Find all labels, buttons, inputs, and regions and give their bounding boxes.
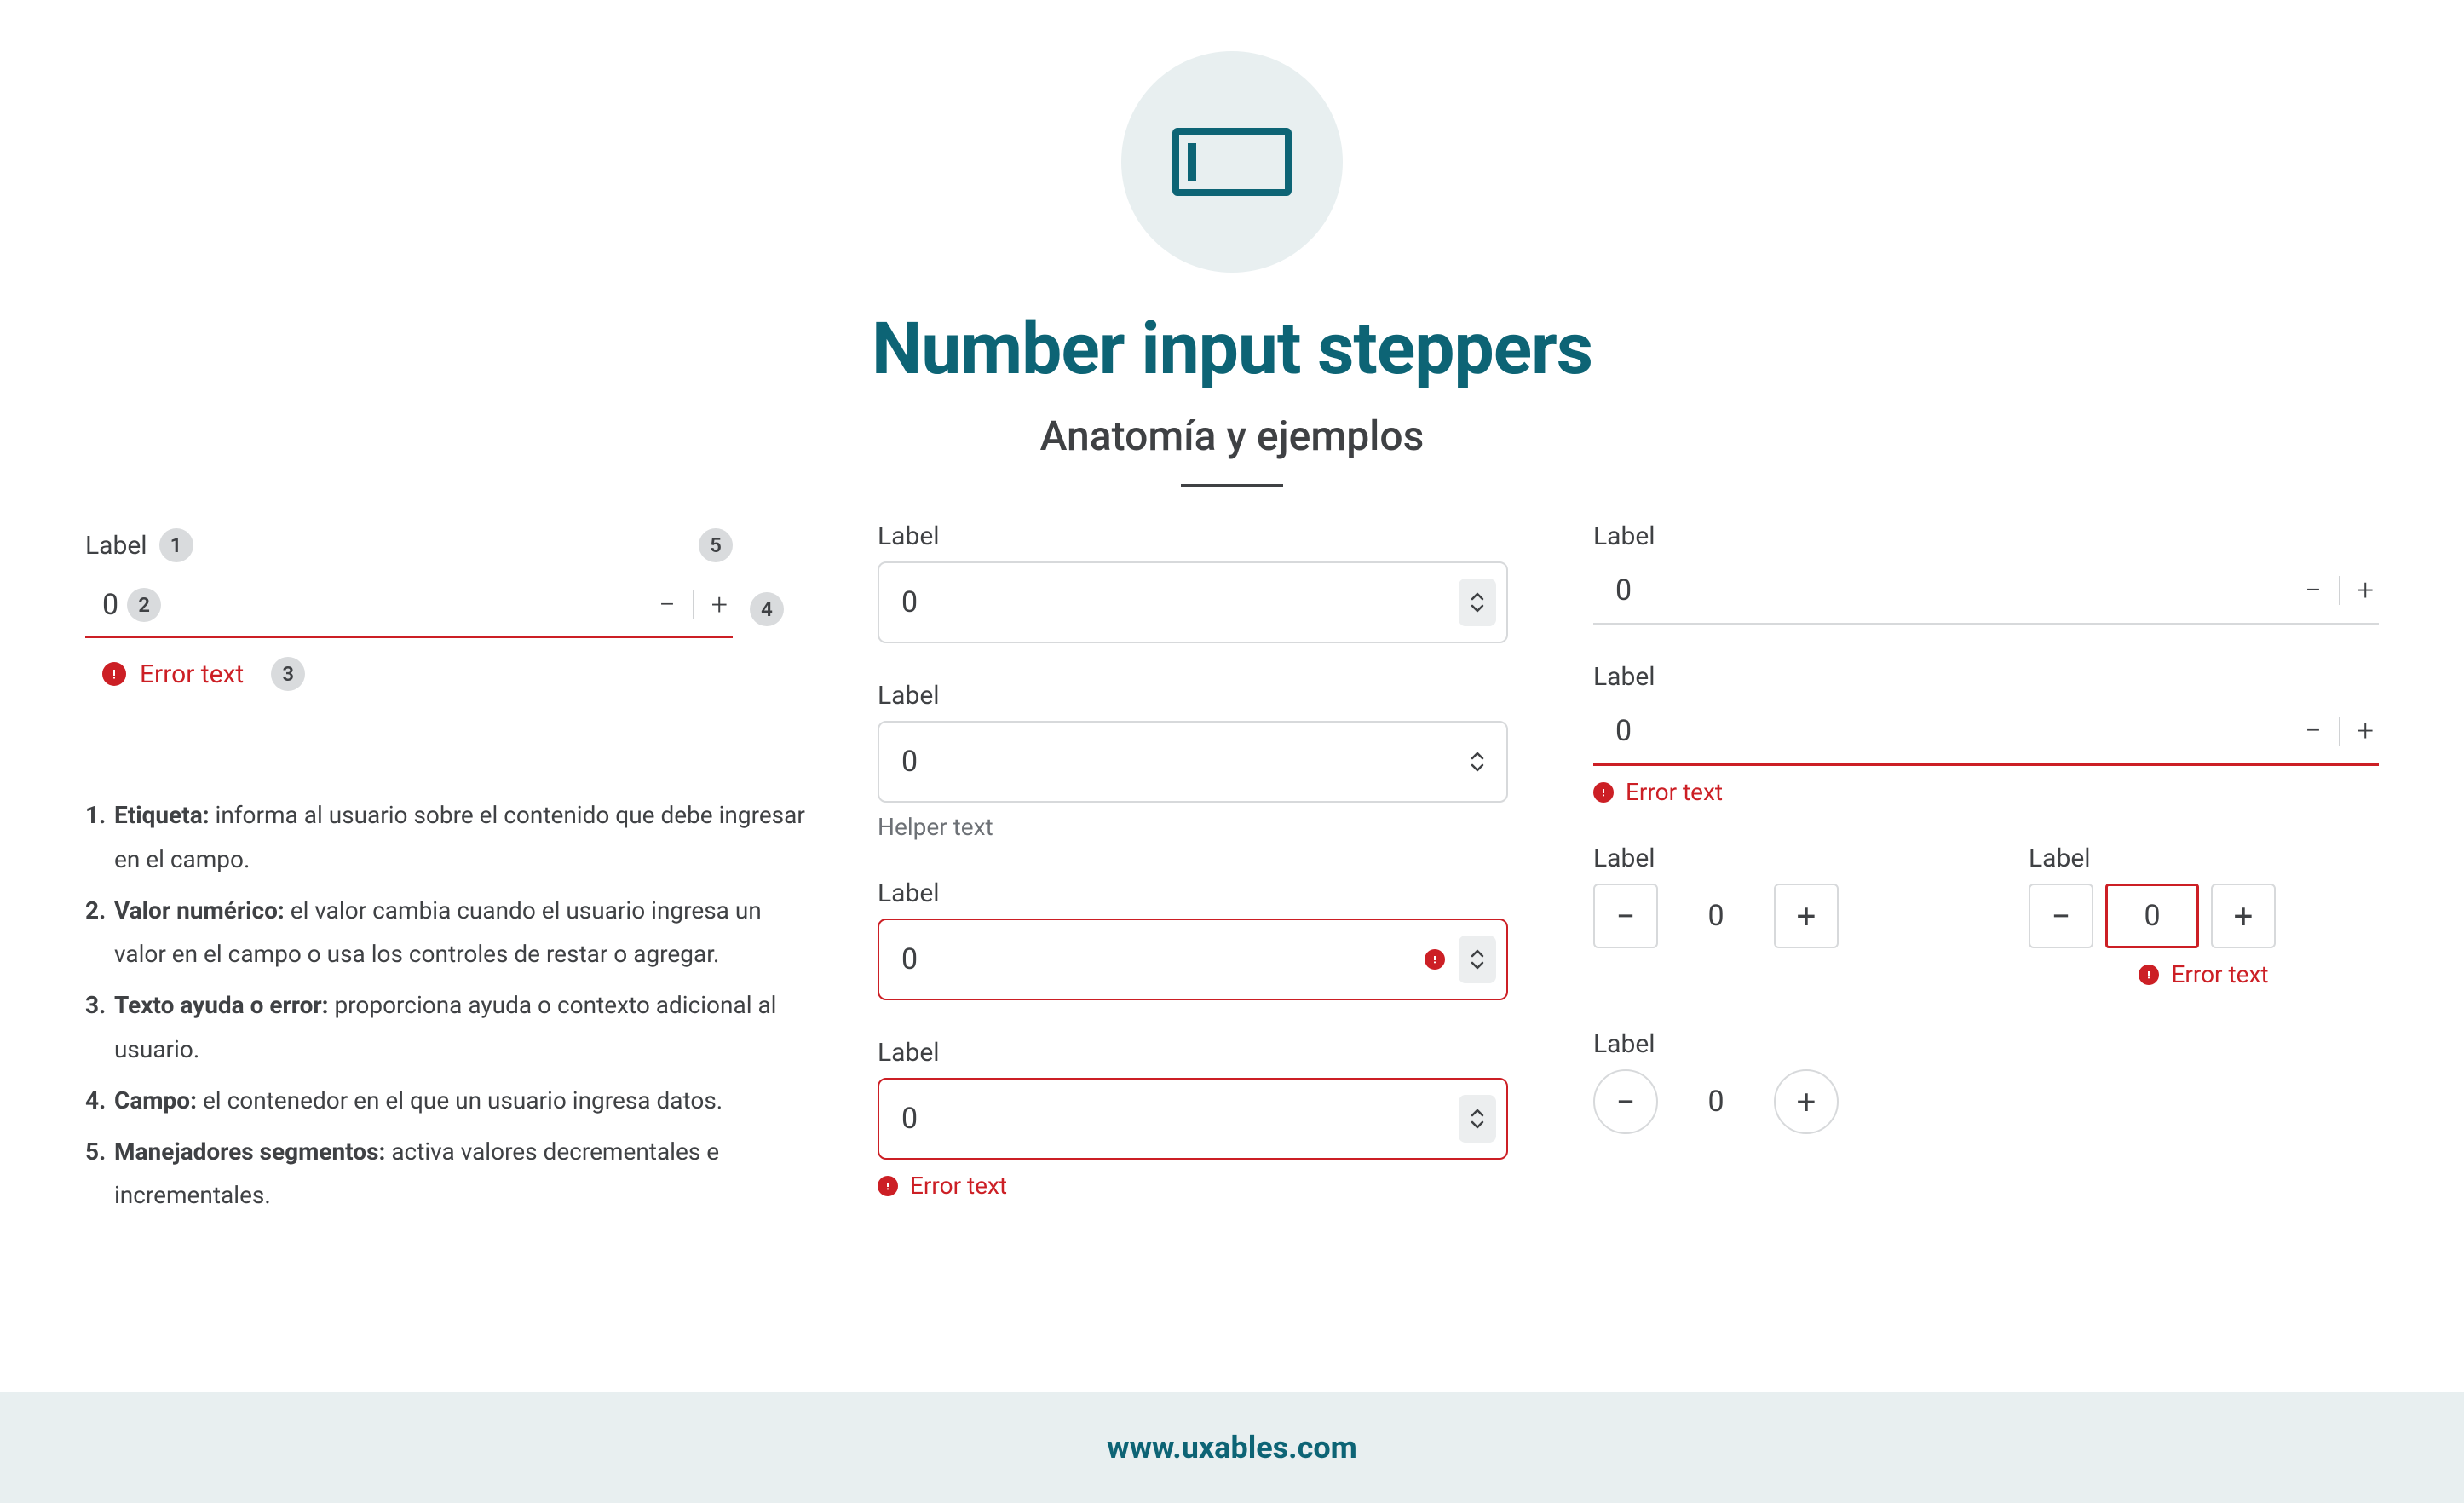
error-text: Error text: [2171, 960, 2268, 988]
error-text: Error text: [910, 1172, 1007, 1200]
handle-separator: [2339, 717, 2340, 746]
footer: www.uxables.com: [0, 1392, 2464, 1503]
decrement-button[interactable]: −: [1593, 1069, 1658, 1134]
stepper-value: 0: [1615, 714, 1632, 748]
header-icon-circle: [1121, 51, 1343, 273]
number-stepper-underline-error[interactable]: 0 − +: [1593, 702, 2379, 766]
anatomy-badge-3: 3: [271, 657, 305, 691]
anatomy-field[interactable]: 0 2 − +: [85, 579, 733, 638]
chevron-up-icon[interactable]: [1469, 947, 1486, 959]
error-text: Error text: [1626, 778, 1723, 806]
page-title: Number input steppers: [0, 307, 2464, 391]
increment-button[interactable]: +: [711, 590, 728, 619]
anatomy-badge-5: 5: [699, 528, 733, 562]
stepper-value: 0: [901, 585, 918, 619]
stepper-label: Label: [1593, 662, 2379, 692]
def-1-desc: informa al usuario sobre el contenido qu…: [114, 801, 805, 873]
decrement-button[interactable]: −: [2305, 717, 2321, 746]
number-stepper-underline[interactable]: 0 − +: [1593, 561, 2379, 625]
chevron-up-icon[interactable]: [1469, 1107, 1486, 1119]
handle-separator: [693, 590, 694, 619]
footer-url: www.uxables.com: [1107, 1430, 1357, 1466]
helper-text: Helper text: [878, 813, 1508, 841]
chevron-down-icon[interactable]: [1469, 762, 1486, 774]
chevron-down-icon[interactable]: [1469, 602, 1486, 614]
anatomy-label: Label: [85, 531, 147, 561]
chevron-up-icon[interactable]: [1469, 750, 1486, 762]
stepper-value: 0: [901, 745, 918, 779]
stepper-value: 0: [1615, 573, 1632, 608]
stepper-value: 0: [901, 1102, 918, 1136]
def-1-term: Etiqueta:: [114, 801, 210, 829]
decrement-button[interactable]: −: [659, 590, 675, 619]
decrement-button[interactable]: −: [1593, 884, 1658, 948]
error-icon: [1425, 949, 1445, 970]
number-stepper[interactable]: 0: [878, 721, 1508, 803]
def-3-term: Texto ayuda o error:: [114, 991, 329, 1019]
page-subtitle: Anatomía y ejemplos: [0, 412, 2464, 460]
anatomy-error-text: Error text: [140, 659, 244, 689]
increment-button[interactable]: +: [1774, 884, 1839, 948]
stepper-value[interactable]: 0: [1684, 1085, 1748, 1119]
chevron-down-icon[interactable]: [1469, 959, 1486, 971]
def-4-desc: el contenedor en el que un usuario ingre…: [197, 1086, 723, 1114]
error-icon: [102, 662, 126, 686]
anatomy-value: 0: [102, 588, 118, 622]
chevron-controls[interactable]: [1459, 738, 1496, 786]
def-5-term: Manejadores segmentos:: [114, 1137, 385, 1166]
decrement-button[interactable]: −: [2029, 884, 2093, 948]
stepper-label: Label: [2029, 844, 2379, 873]
chevron-down-icon[interactable]: [1469, 1119, 1486, 1131]
button-stepper-circle: − 0 +: [1593, 1069, 2379, 1134]
stepper-value-error[interactable]: 0: [2105, 884, 2199, 948]
stepper-label: Label: [1593, 521, 2379, 551]
stepper-label: Label: [1593, 844, 1943, 873]
stepper-value[interactable]: 0: [1684, 899, 1748, 933]
increment-button[interactable]: +: [2211, 884, 2276, 948]
stepper-label: Label: [1593, 1029, 2379, 1059]
chevron-controls[interactable]: [1459, 579, 1496, 626]
anatomy-badge-1: 1: [159, 528, 193, 562]
anatomy-badge-4: 4: [750, 592, 784, 626]
def-2-term: Valor numérico:: [114, 896, 285, 924]
stepper-label: Label: [878, 878, 1508, 908]
anatomy-badge-2: 2: [127, 588, 161, 622]
stepper-label: Label: [878, 681, 1508, 711]
chevron-controls[interactable]: [1459, 1095, 1496, 1143]
increment-button[interactable]: +: [1774, 1069, 1839, 1134]
error-icon: [2139, 965, 2159, 985]
number-stepper-error[interactable]: 0: [878, 1078, 1508, 1160]
increment-button[interactable]: +: [2357, 717, 2374, 746]
decrement-button[interactable]: −: [2305, 576, 2321, 605]
input-field-icon: [1172, 128, 1292, 196]
stepper-value: 0: [901, 942, 918, 976]
chevron-up-icon[interactable]: [1469, 590, 1486, 602]
button-stepper-square: − 0 +: [1593, 884, 1943, 948]
def-4-term: Campo:: [114, 1086, 197, 1114]
stepper-label: Label: [878, 521, 1508, 551]
number-stepper-error[interactable]: 0: [878, 918, 1508, 1000]
definitions-list: Etiqueta: informa al usuario sobre el co…: [85, 793, 809, 1218]
error-icon: [878, 1176, 898, 1196]
stepper-label: Label: [878, 1038, 1508, 1068]
chevron-controls[interactable]: [1459, 936, 1496, 983]
error-icon: [1593, 782, 1614, 803]
handle-separator: [2339, 576, 2340, 605]
increment-button[interactable]: +: [2357, 576, 2374, 605]
number-stepper[interactable]: 0: [878, 561, 1508, 643]
button-stepper-square-error: − 0 +: [2029, 884, 2379, 948]
